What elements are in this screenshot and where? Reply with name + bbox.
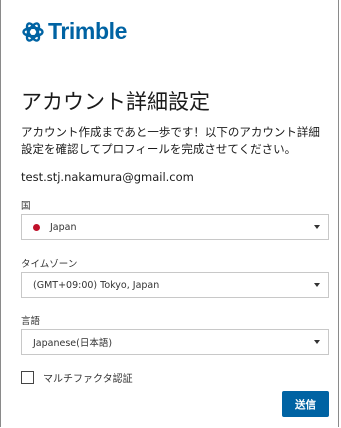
trimble-logo: Trimble (21, 18, 127, 45)
language-select[interactable]: Japanese(日本語) (21, 329, 329, 355)
brand-name: Trimble (48, 18, 128, 44)
submit-button[interactable]: 送信 (282, 391, 329, 417)
chevron-down-icon (314, 225, 320, 229)
window-frame: Trimble アカウント詳細設定 アカウント作成まであと一歩です！以下のアカウ… (0, 0, 339, 427)
chevron-down-icon (314, 283, 320, 287)
page-title: アカウント詳細設定 (21, 90, 210, 114)
mfa-checkbox[interactable] (21, 371, 34, 384)
country-value: Japan (50, 221, 77, 233)
language-value: Japanese(日本語) (33, 338, 113, 349)
timezone-select[interactable]: (GMT+09:00) Tokyo, Japan (21, 272, 329, 298)
language-label: 言語 (21, 316, 41, 327)
timezone-label: タイムゾーン (21, 259, 78, 270)
trimble-globe-icon (22, 21, 44, 42)
country-label: 国 (21, 201, 31, 212)
page-description: アカウント作成まであと一歩です！以下のアカウント詳細設定を確認してプロフィールを… (21, 125, 320, 156)
japan-flag-icon (33, 223, 40, 231)
country-select[interactable]: Japan (21, 214, 329, 240)
mfa-label: マルチファクタ認証 (43, 374, 133, 385)
timezone-value: (GMT+09:00) Tokyo, Japan (33, 279, 160, 291)
mfa-option[interactable]: マルチファクタ認証 (21, 370, 133, 385)
account-email: test.stj.nakamura@gmail.com (21, 170, 194, 184)
chevron-down-icon (314, 340, 320, 344)
